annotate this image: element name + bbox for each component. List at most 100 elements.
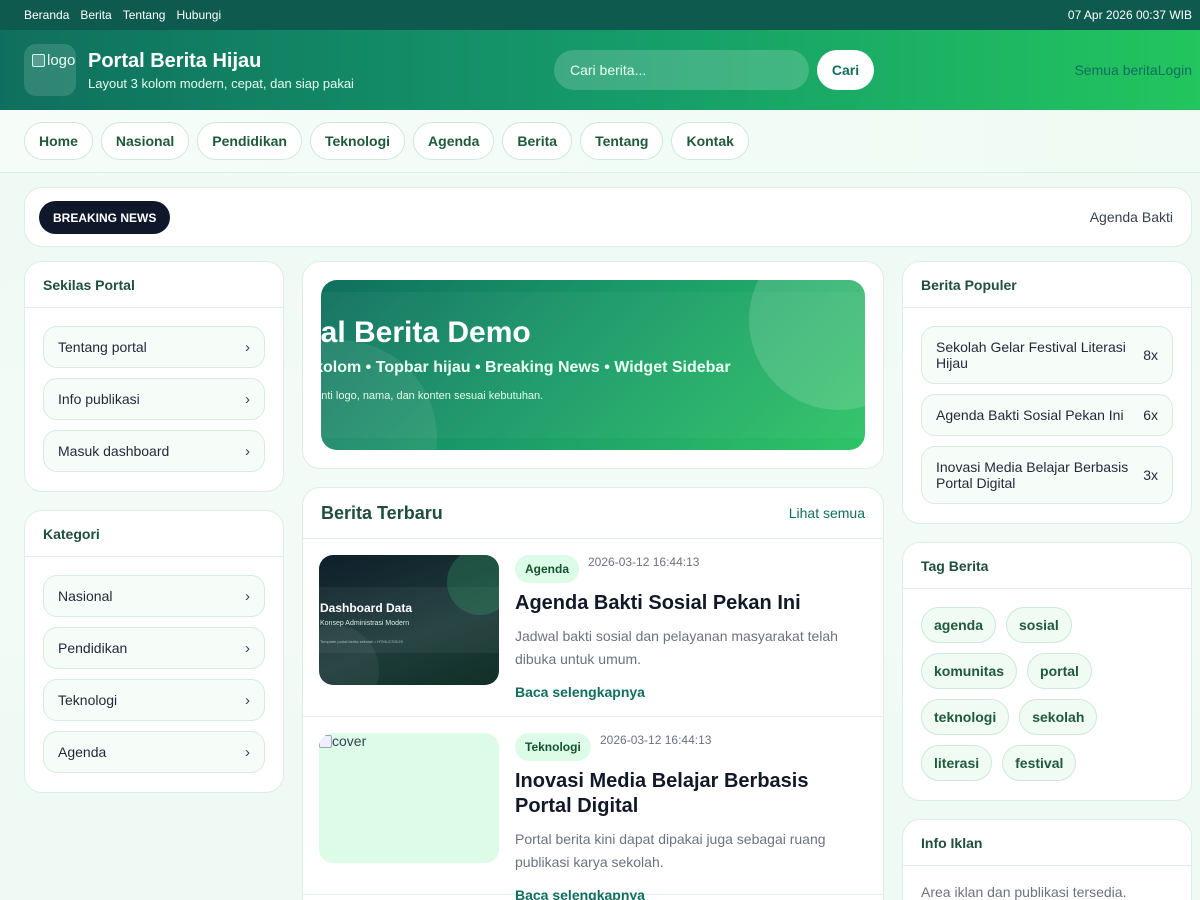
site-logo[interactable]: logo xyxy=(24,44,76,96)
overview-item-publication[interactable]: Info publikasi › xyxy=(43,378,265,420)
tags-title: Tag Berita xyxy=(903,543,1191,589)
site-subtitle: Layout 3 kolom modern, cepat, dan siap p… xyxy=(88,76,354,91)
overview-item-about[interactable]: Tentang portal › xyxy=(43,326,265,368)
ads-text: Area iklan dan publikasi tersedia. xyxy=(921,884,1127,900)
nav-item-nasional[interactable]: Nasional xyxy=(100,122,190,160)
popular-news-widget: Berita Populer Sekolah Gelar Festival Li… xyxy=(902,261,1192,524)
side-item-label: Nasional xyxy=(58,588,113,604)
overview-widget: Sekilas Portal Tentang portal › Info pub… xyxy=(24,261,284,492)
popular-item-count: 6x xyxy=(1143,407,1158,423)
all-news-link[interactable]: Semua berita xyxy=(1074,62,1157,78)
side-item-label: Teknologi xyxy=(58,692,118,708)
category-widget: Kategori Nasional › Pendidikan › Teknolo… xyxy=(24,510,284,793)
topbar-link-beranda[interactable]: Beranda xyxy=(24,8,69,22)
side-item-label: Agenda xyxy=(58,744,107,760)
hero-title: rtal Berita Demo xyxy=(321,316,531,349)
read-more-link[interactable]: Baca selengkapnya xyxy=(515,684,645,700)
category-badge[interactable]: Agenda xyxy=(515,555,580,583)
nav-item-home[interactable]: Home xyxy=(24,122,93,160)
popular-item[interactable]: Sekolah Gelar Festival Literasi Hijau 8x xyxy=(921,326,1173,384)
hero-subtitle: t 3 kolom • Topbar hijau • Breaking News… xyxy=(321,359,731,376)
topbar-link-tentang[interactable]: Tentang xyxy=(123,8,166,22)
site-title[interactable]: Portal Berita Hijau xyxy=(88,50,261,73)
thumb-alt: cover xyxy=(319,733,366,749)
news-description: Portal berita kini dapat dipakai juga se… xyxy=(515,831,826,870)
popular-item-count: 8x xyxy=(1143,347,1158,363)
nav-item-kontak[interactable]: Kontak xyxy=(671,122,749,160)
side-item-label: Pendidikan xyxy=(58,640,128,656)
news-item: cover Teknologi 2026-03-12 16:44:13 Inov… xyxy=(303,717,883,900)
chevron-right-icon: › xyxy=(245,743,250,761)
tag-agenda[interactable]: agenda xyxy=(921,607,997,643)
see-all-link[interactable]: Lihat semua xyxy=(789,505,865,521)
broken-image-icon xyxy=(32,54,45,67)
nav-item-berita[interactable]: Berita xyxy=(502,122,573,160)
category-item-nasional[interactable]: Nasional › xyxy=(43,575,265,617)
breaking-news-bar: BREAKING NEWS Agenda Bakti xyxy=(24,187,1192,247)
popular-item-title: Agenda Bakti Sosial Pekan Ini xyxy=(936,407,1124,423)
chevron-right-icon: › xyxy=(245,639,250,657)
header-links: Semua beritaLogin xyxy=(1074,62,1192,78)
topbar: Beranda Berita Tentang Hubungi 07 Apr 20… xyxy=(0,0,1200,30)
hero-widget: rtal Berita Demo t 3 kolom • Topbar hija… xyxy=(302,261,884,469)
overview-item-dashboard[interactable]: Masuk dashboard › xyxy=(43,430,265,472)
tag-sosial[interactable]: sosial xyxy=(1006,607,1072,643)
tag-portal[interactable]: portal xyxy=(1027,653,1092,689)
category-item-teknologi[interactable]: Teknologi › xyxy=(43,679,265,721)
tag-festival[interactable]: festival xyxy=(1002,745,1077,781)
popular-item-title: Sekolah Gelar Festival Literasi Hijau xyxy=(936,339,1126,371)
nav-item-tentang[interactable]: Tentang xyxy=(580,122,664,160)
site-header: logo Portal Berita Hijau Layout 3 kolom … xyxy=(0,30,1200,110)
popular-news-title: Berita Populer xyxy=(903,262,1191,308)
tag-literasi[interactable]: literasi xyxy=(921,745,993,781)
news-thumbnail[interactable]: Dashboard Data Konsep Administrasi Moder… xyxy=(319,555,499,685)
news-date: 2026-03-12 16:44:13 xyxy=(588,555,700,569)
chevron-right-icon: › xyxy=(245,691,250,709)
side-item-label: Info publikasi xyxy=(58,391,140,407)
chevron-right-icon: › xyxy=(245,390,250,408)
side-item-label: Tentang portal xyxy=(58,339,147,355)
nav-item-agenda[interactable]: Agenda xyxy=(413,122,495,160)
chevron-right-icon: › xyxy=(245,587,250,605)
thumb-title: Dashboard Data xyxy=(320,601,413,615)
tag-teknologi[interactable]: teknologi xyxy=(921,699,1010,735)
overview-title: Sekilas Portal xyxy=(25,262,283,308)
breaking-news-ticker[interactable]: Agenda Bakti xyxy=(1090,209,1173,225)
popular-item-title: Inovasi Media Belajar Berbasis Portal Di… xyxy=(936,459,1129,491)
broken-image-icon xyxy=(319,735,332,748)
topbar-link-berita[interactable]: Berita xyxy=(80,8,111,22)
popular-item-count: 3x xyxy=(1143,467,1158,483)
topbar-links: Beranda Berita Tentang Hubungi xyxy=(24,8,221,22)
ads-title: Info Iklan xyxy=(903,820,1191,866)
news-description: Jadwal bakti sosial dan pelayanan masyar… xyxy=(515,628,838,667)
search-input[interactable] xyxy=(554,50,809,90)
news-title[interactable]: Inovasi Media Belajar Berbasis Portal Di… xyxy=(515,769,835,819)
tag-komunitas[interactable]: komunitas xyxy=(921,653,1018,689)
tag-sekolah[interactable]: sekolah xyxy=(1019,699,1098,735)
search-button[interactable]: Cari xyxy=(817,50,874,90)
news-date: 2026-03-12 16:44:13 xyxy=(600,733,712,747)
topbar-datetime: 07 Apr 2026 00:37 WIB xyxy=(1067,8,1192,22)
news-item: Dashboard Data Konsep Administrasi Moder… xyxy=(303,539,883,717)
category-item-agenda[interactable]: Agenda › xyxy=(43,731,265,773)
nav-item-teknologi[interactable]: Teknologi xyxy=(309,122,406,160)
chevron-right-icon: › xyxy=(245,338,250,356)
category-badge[interactable]: Teknologi xyxy=(515,733,591,761)
hero-note: ganti logo, nama, dan konten sesuai kebu… xyxy=(321,390,544,402)
thumb-alt-text: cover xyxy=(332,733,367,749)
popular-item[interactable]: Inovasi Media Belajar Berbasis Portal Di… xyxy=(921,446,1173,504)
category-title: Kategori xyxy=(25,511,283,557)
ads-widget: Info Iklan Area iklan dan publikasi ters… xyxy=(902,819,1192,900)
read-more-link[interactable]: Baca selengkapnya xyxy=(515,887,645,900)
news-title[interactable]: Agenda Bakti Sosial Pekan Ini xyxy=(515,591,835,616)
popular-item[interactable]: Agenda Bakti Sosial Pekan Ini 6x xyxy=(921,394,1173,436)
login-link[interactable]: Login xyxy=(1158,62,1192,78)
nav-item-pendidikan[interactable]: Pendidikan xyxy=(197,122,302,160)
main-nav: Home Nasional Pendidikan Teknologi Agend… xyxy=(0,110,1200,173)
chevron-right-icon: › xyxy=(245,442,250,460)
topbar-link-hubungi[interactable]: Hubungi xyxy=(176,8,221,22)
category-item-pendidikan[interactable]: Pendidikan › xyxy=(43,627,265,669)
news-thumbnail[interactable]: cover xyxy=(319,733,499,863)
hero-banner[interactable]: rtal Berita Demo t 3 kolom • Topbar hija… xyxy=(321,280,865,450)
logo-alt-text: logo xyxy=(47,52,76,69)
